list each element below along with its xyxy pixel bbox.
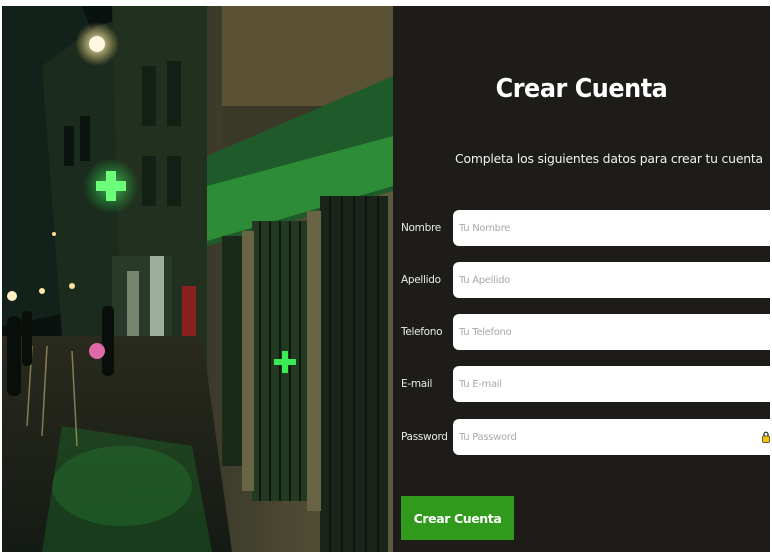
lock-icon[interactable] [762, 431, 770, 443]
page-frame: Crear Cuenta Completa los siguientes dat… [0, 0, 772, 552]
form-title: Crear Cuenta [495, 74, 668, 104]
registration-panel: Crear Cuenta Completa los siguientes dat… [393, 6, 770, 552]
nombre-input[interactable] [453, 210, 770, 246]
street-scene-illustration [2, 6, 393, 552]
create-account-button[interactable]: Crear Cuenta [401, 496, 514, 540]
field-label-apellido: Apellido [401, 274, 441, 286]
password-input[interactable] [453, 419, 770, 455]
field-label-nombre: Nombre [401, 222, 441, 234]
email-input[interactable] [453, 366, 770, 402]
telefono-input[interactable] [453, 314, 770, 350]
field-label-password: Password [401, 431, 448, 443]
hero-photo [2, 6, 393, 552]
field-label-telefono: Telefono [401, 326, 443, 338]
form-subtitle: Completa los siguientes datos para crear… [455, 151, 763, 166]
apellido-input[interactable] [453, 262, 770, 298]
field-label-email: E-mail [401, 378, 433, 390]
